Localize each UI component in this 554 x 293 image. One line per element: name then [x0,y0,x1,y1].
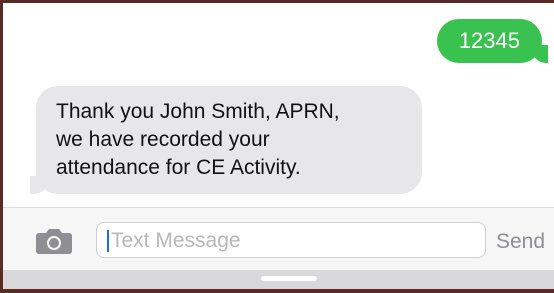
received-bubble-tail [30,176,48,194]
received-message-line: Thank you John Smith, APRN, [56,100,340,123]
message-input-placeholder: Text Message [111,229,241,252]
camera-icon[interactable] [35,227,73,255]
message-input-bar: Text Message Send [3,207,554,270]
received-message-bubble[interactable]: Thank you John Smith, APRN, we have reco… [30,86,422,194]
text-caret [107,230,109,252]
sent-message-bubble[interactable]: 12345 [436,19,548,63]
bottom-bar [3,270,554,289]
received-message-line: we have recorded your [56,128,270,151]
message-thread: 12345 Thank you John Smith, APRN, we hav… [3,3,554,206]
sent-bubble-tail [532,45,548,63]
sent-message-text: 12345 [458,28,520,53]
send-button[interactable]: Send [496,230,545,254]
message-input[interactable]: Text Message [96,222,486,258]
home-indicator[interactable] [261,276,317,281]
messages-screen: 12345 Thank you John Smith, APRN, we hav… [0,0,554,293]
received-message-line: attendance for CE Activity. [56,156,301,179]
